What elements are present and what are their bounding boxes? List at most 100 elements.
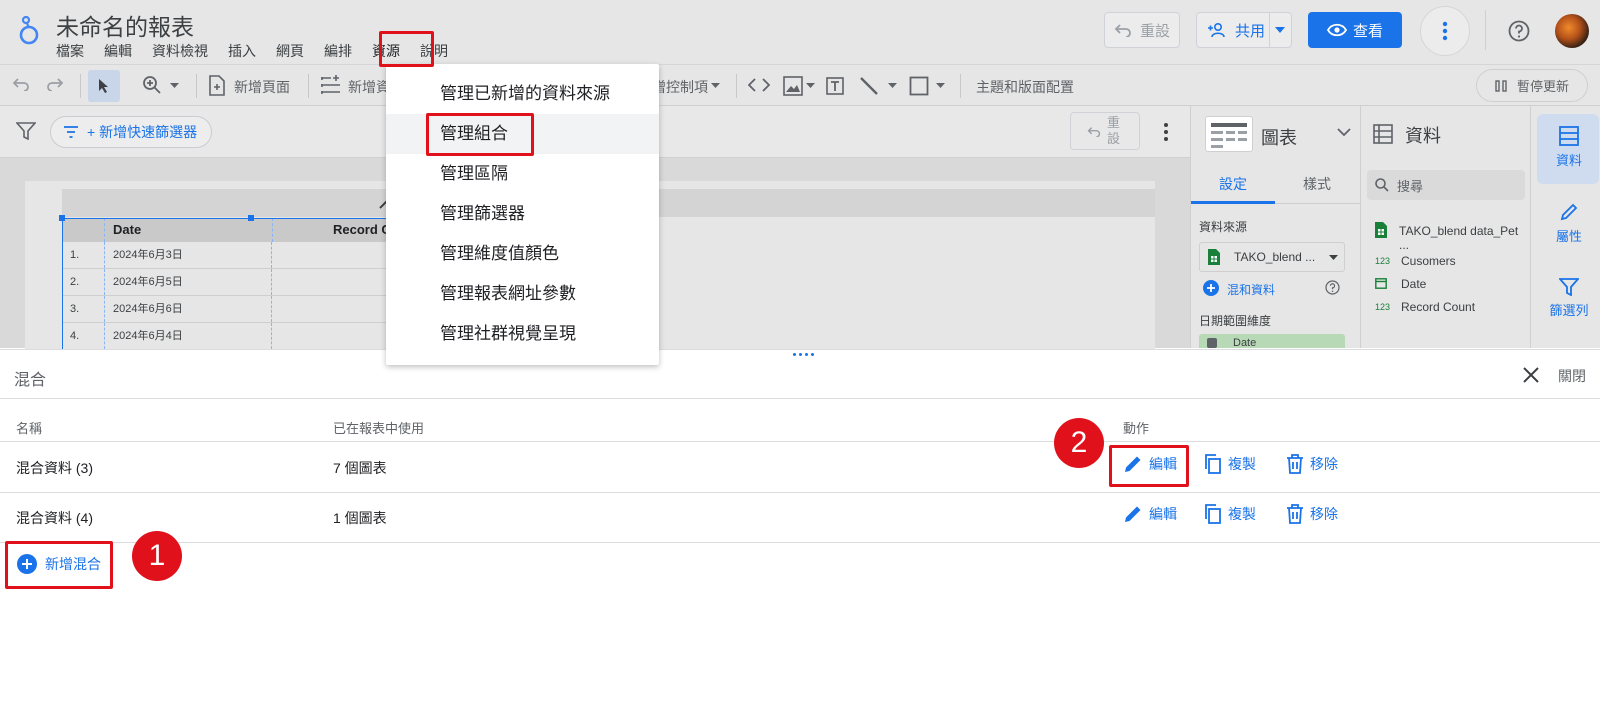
more-vert-icon — [1442, 21, 1448, 41]
divider — [0, 441, 1600, 442]
tab-setup[interactable]: 設定 — [1191, 174, 1275, 194]
filter-icon — [1559, 278, 1579, 296]
more-options-button[interactable] — [1420, 6, 1470, 56]
toolbar-divider — [80, 74, 81, 98]
field-item[interactable]: Record Count — [1401, 300, 1475, 314]
table-row: 4. 2024年6月4日 — [62, 323, 402, 350]
pause-icon — [1495, 79, 1507, 92]
add-control-button[interactable]: 增控制項 — [652, 77, 708, 97]
table-row: 2. 2024年6月5日 — [62, 269, 402, 296]
undo-icon — [1114, 23, 1132, 37]
menu-file[interactable]: 檔案 — [56, 40, 84, 62]
field-search-input[interactable]: 搜尋 — [1367, 170, 1525, 200]
column-header-date[interactable]: Date — [104, 218, 272, 242]
rail-item-filter[interactable]: 篩選列 — [1537, 278, 1600, 319]
zoom-icon[interactable] — [142, 75, 162, 95]
toolbar-divider — [960, 74, 961, 98]
date-range-dimension-label: 日期範圍維度 — [1199, 314, 1272, 328]
menu-item-manage-dimension-colors[interactable]: 管理維度值顏色 — [386, 234, 659, 274]
redo-icon[interactable] — [46, 77, 64, 91]
copy-blend-button[interactable]: 複製 — [1204, 504, 1256, 524]
menu-insert[interactable]: 插入 — [228, 40, 256, 62]
remove-blend-button[interactable]: 移除 — [1286, 454, 1338, 474]
menu-page[interactable]: 網頁 — [276, 40, 304, 62]
remove-blend-button[interactable]: 移除 — [1286, 504, 1338, 524]
number-type-icon: 123 — [1375, 302, 1391, 312]
toolbar-divider — [196, 74, 197, 98]
shape-dropdown-arrow-icon[interactable] — [936, 83, 945, 88]
menu-view[interactable]: 資料檢視 — [152, 40, 208, 62]
menu-item-manage-filters[interactable]: 管理篩選器 — [386, 194, 659, 234]
more-vert-icon[interactable] — [1163, 122, 1169, 142]
add-quick-filter-button[interactable]: + 新增快速篩選器 — [50, 116, 213, 148]
select-cursor-icon[interactable] — [88, 70, 120, 102]
zoom-dropdown-arrow-icon[interactable] — [170, 83, 179, 88]
data-panel: 資料 搜尋 TAKO_blend data_Pet ... 123 Cusome… — [1360, 106, 1530, 348]
image-icon[interactable] — [783, 76, 803, 96]
chart-type-label: 圖表 — [1261, 128, 1297, 148]
date-dimension-chip[interactable]: Date — [1199, 334, 1345, 348]
field-item[interactable]: Cusomers — [1401, 254, 1456, 268]
menu-arrange[interactable]: 編排 — [324, 40, 352, 62]
menu-item-manage-community-visualizations[interactable]: 管理社群視覺呈現 — [386, 314, 659, 354]
close-icon[interactable] — [1523, 367, 1539, 383]
menu-item-manage-data-sources[interactable]: 管理已新增的資料來源 — [386, 74, 659, 114]
add-page-icon — [208, 75, 226, 96]
rail-item-data[interactable]: 資料 — [1537, 126, 1600, 169]
help-icon[interactable] — [1325, 280, 1340, 295]
menu-item-manage-segments[interactable]: 管理區隔 — [386, 154, 659, 194]
table-chart-icon[interactable] — [1205, 116, 1253, 152]
copy-icon — [1204, 504, 1222, 524]
share-button[interactable]: 共用 — [1196, 12, 1292, 48]
highlight-add-blend — [5, 541, 113, 589]
table-chart[interactable]: Date Record C 1. 2024年6月3日 2. 2024年6月5日 … — [59, 215, 402, 352]
eye-icon — [1326, 23, 1347, 37]
edit-blend-button[interactable]: 編輯 — [1123, 504, 1177, 524]
add-data-button[interactable]: 新增資 — [348, 77, 390, 97]
undo-icon[interactable] — [12, 77, 30, 91]
tab-style[interactable]: 樣式 — [1275, 174, 1359, 194]
reset-button[interactable]: 重設 — [1104, 12, 1180, 48]
pause-update-button[interactable]: 暫停更新 — [1476, 69, 1588, 102]
data-table-icon — [1373, 124, 1393, 144]
blend-data-link[interactable]: 混和資料 — [1227, 281, 1275, 298]
filter-reset-button[interactable]: 重設 — [1070, 112, 1140, 150]
highlight-resource-menu — [379, 31, 434, 67]
code-embed-icon[interactable] — [748, 78, 770, 92]
selection-handle[interactable] — [248, 215, 254, 221]
chevron-down-icon[interactable] — [1337, 128, 1351, 136]
image-dropdown-arrow-icon[interactable] — [806, 83, 815, 88]
share-dropdown-arrow-icon[interactable] — [1275, 27, 1285, 33]
help-icon[interactable] — [1508, 20, 1530, 42]
filter-icon[interactable] — [16, 122, 36, 140]
resize-handle[interactable] — [793, 353, 814, 356]
menu-edit[interactable]: 編輯 — [104, 40, 132, 62]
add-page-button[interactable]: 新增頁面 — [234, 77, 290, 97]
shape-rectangle-icon[interactable] — [909, 76, 929, 96]
add-data-icon — [320, 75, 342, 96]
view-button[interactable]: 查看 — [1308, 12, 1402, 48]
control-dropdown-arrow-icon[interactable] — [711, 83, 720, 88]
google-sheets-icon — [1375, 222, 1387, 238]
dropdown-arrow-icon — [1329, 255, 1338, 260]
line-dropdown-arrow-icon[interactable] — [888, 83, 897, 88]
close-button[interactable]: 關閉 — [1558, 366, 1586, 386]
rail-item-properties[interactable]: 屬性 — [1537, 202, 1600, 245]
toolbar-divider — [736, 74, 737, 98]
theme-layout-button[interactable]: 主題和版面配置 — [976, 77, 1074, 97]
data-source-select[interactable]: TAKO_blend ... — [1199, 242, 1345, 272]
line-icon[interactable] — [859, 76, 879, 96]
copy-blend-button[interactable]: 複製 — [1204, 454, 1256, 474]
report-title[interactable]: 未命名的報表 — [56, 8, 194, 42]
trash-icon — [1286, 454, 1304, 474]
toolbar: 新增頁面 新增資 增控制項 主題和版面配置 暫停更新 — [0, 64, 1600, 106]
avatar[interactable] — [1555, 14, 1589, 48]
column-header-record-count[interactable]: Record C — [272, 218, 402, 242]
text-box-icon[interactable] — [825, 76, 845, 96]
divider — [0, 398, 1600, 399]
highlight-edit-button — [1109, 445, 1189, 487]
looker-studio-logo-icon[interactable] — [16, 14, 42, 46]
field-item[interactable]: Date — [1401, 277, 1426, 291]
data-source-name[interactable]: TAKO_blend data_Pet ... — [1399, 224, 1530, 252]
menu-item-manage-url-parameters[interactable]: 管理報表網址參數 — [386, 274, 659, 314]
